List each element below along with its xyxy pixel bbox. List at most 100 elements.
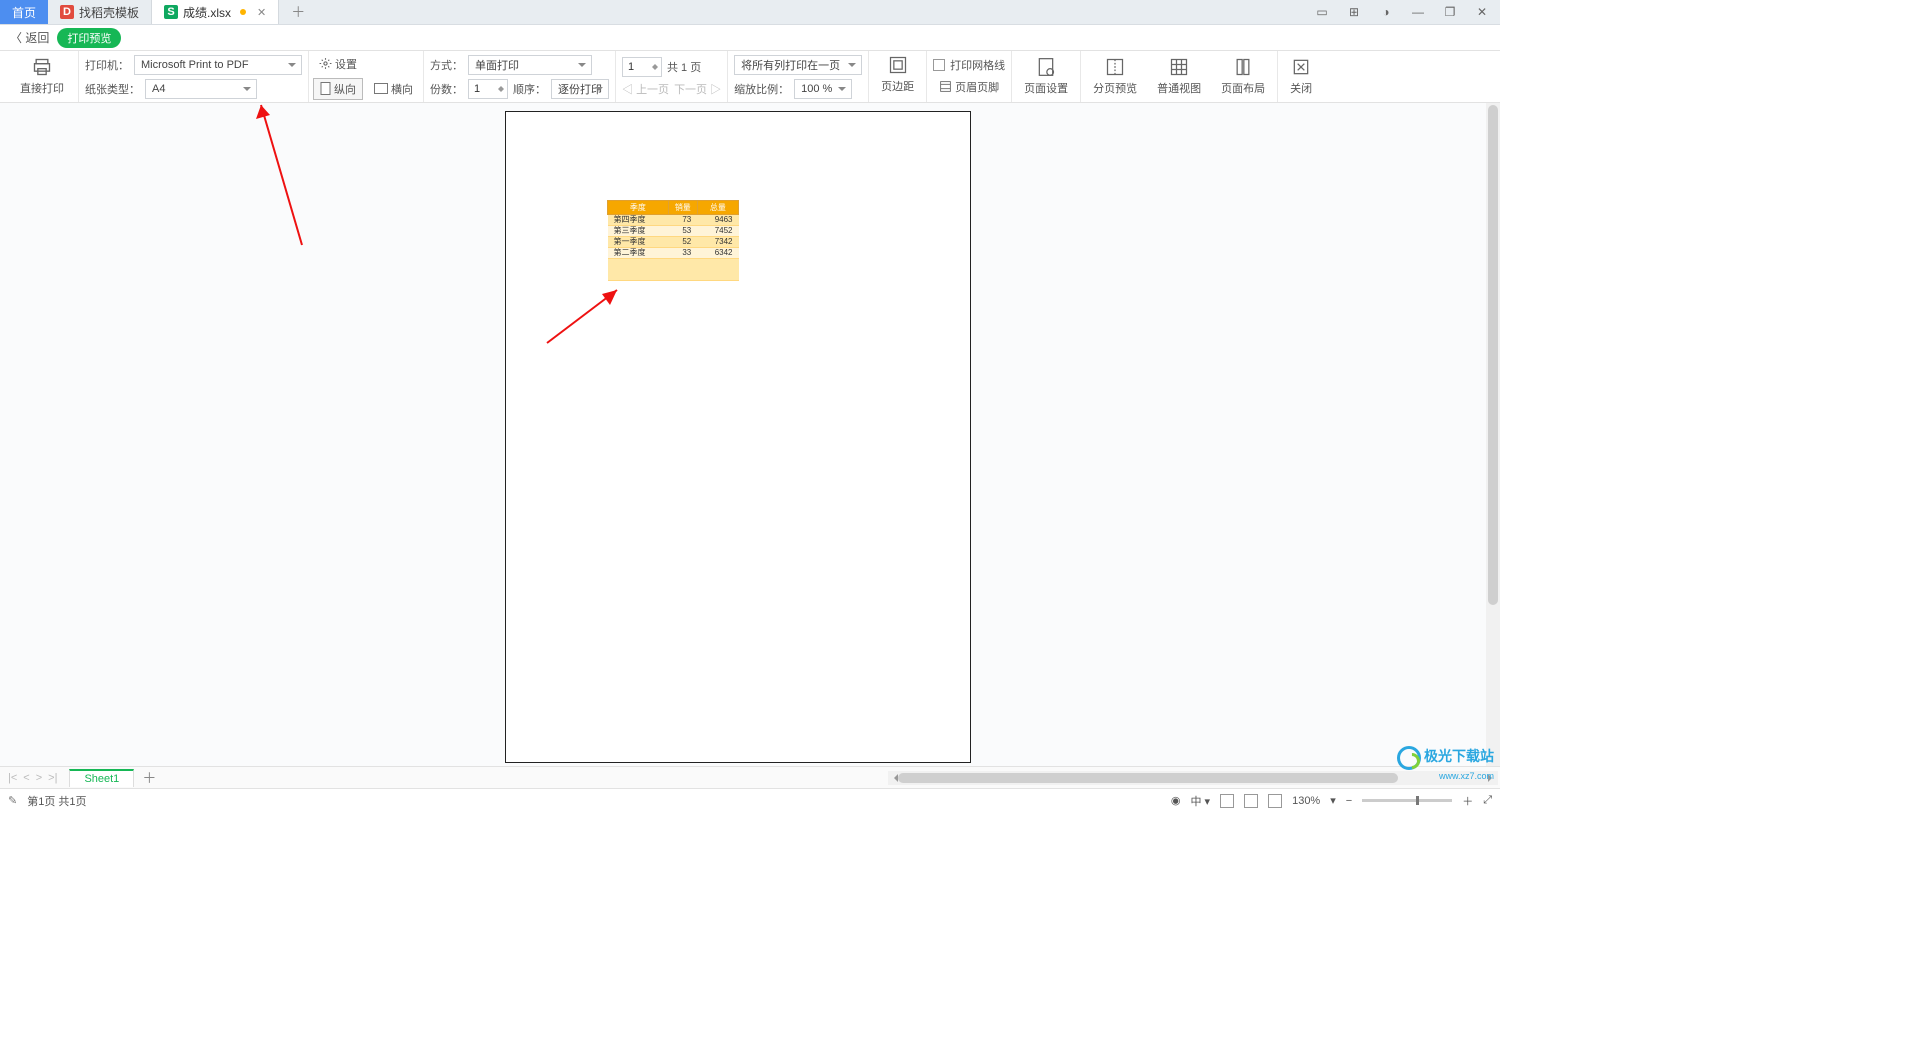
app-box-icon[interactable]: ▭ xyxy=(1312,5,1332,19)
table-row: 第二季度336342 xyxy=(608,248,739,259)
direct-print-button[interactable]: 直接打印 xyxy=(12,51,72,102)
zoom-slider[interactable] xyxy=(1362,799,1452,802)
th: 总量 xyxy=(697,201,738,215)
margins-button[interactable]: 页边距 xyxy=(873,55,922,98)
zoom-dropdown-icon[interactable]: ▾ xyxy=(1330,794,1336,807)
close-preview-button[interactable]: 关闭 xyxy=(1282,53,1320,100)
margins-icon xyxy=(888,55,908,75)
sheet-prev-icon[interactable]: < xyxy=(23,772,29,784)
group-margins: 页边距 xyxy=(869,51,927,102)
tab-home-label: 首页 xyxy=(12,4,36,21)
tab-file[interactable]: S 成绩.xlsx ✕ xyxy=(152,0,279,24)
page-break-button[interactable]: 分页预览 xyxy=(1085,53,1145,100)
td: 7342 xyxy=(697,237,738,248)
back-label: 返回 xyxy=(25,31,49,45)
skin-icon[interactable]: ◑ xyxy=(1376,5,1396,19)
watermark-title: 极光下载站 xyxy=(1424,748,1494,764)
order-select[interactable]: 逐份打印 xyxy=(551,79,609,99)
table-row xyxy=(608,259,739,281)
data-table: 季度 销量 总量 第四季度739463 第三季度537452 第一季度52734… xyxy=(607,200,739,281)
fit-select[interactable]: 将所有列打印在一页 xyxy=(734,55,862,75)
page-spin-value: 1 xyxy=(628,61,634,73)
tab-add[interactable]: ＋ xyxy=(279,0,317,24)
group-mode: 方式： 单面打印 份数： 1 顺序： 逐份打印 xyxy=(424,51,616,102)
header-footer-button[interactable]: 页眉页脚 xyxy=(933,77,1005,97)
sheet-first-icon[interactable]: |< xyxy=(8,772,17,784)
normal-view-icon xyxy=(1169,57,1189,77)
scroll-thumb[interactable] xyxy=(898,773,1398,783)
th: 销量 xyxy=(668,201,697,215)
eye-icon[interactable]: ◉ xyxy=(1171,794,1181,807)
ime-indicator[interactable]: 中 ▾ xyxy=(1191,793,1211,809)
table-row: 第一季度527342 xyxy=(608,237,739,248)
sheet-tab[interactable]: Sheet1 xyxy=(69,769,134,787)
page-setup-button[interactable]: 页面设置 xyxy=(1016,53,1076,100)
page-layout-button[interactable]: 页面布局 xyxy=(1213,53,1273,100)
close-icon xyxy=(1291,57,1311,77)
sheet-last-icon[interactable]: >| xyxy=(48,772,57,784)
zoom-percent[interactable]: 130% xyxy=(1292,795,1320,807)
backbar: 〈 返回 打印预览 xyxy=(0,25,1500,51)
printer-select[interactable]: Microsoft Print to PDF xyxy=(134,55,302,75)
landscape-button[interactable]: 横向 xyxy=(368,79,419,99)
zoom-in-button[interactable]: ＋ xyxy=(1462,793,1473,809)
sheet-nav: |< < > >| xyxy=(0,772,65,784)
table-row: 第三季度537452 xyxy=(608,226,739,237)
close-label: 关闭 xyxy=(1290,80,1312,96)
group-close: 关闭 xyxy=(1278,51,1324,102)
copies-spin[interactable]: 1 xyxy=(468,79,508,99)
tab-close-icon[interactable]: ✕ xyxy=(257,6,266,19)
tab-home[interactable]: 首页 xyxy=(0,0,48,24)
prev-page-button[interactable]: ◁ 上一页 xyxy=(622,81,669,97)
view-break-icon[interactable] xyxy=(1268,794,1282,808)
close-window-icon[interactable]: ✕ xyxy=(1472,5,1492,19)
td: 52 xyxy=(668,237,697,248)
watermark-url: www.xz7.com xyxy=(1439,771,1494,781)
vertical-scrollbar[interactable] xyxy=(1486,103,1500,766)
toolbar: 直接打印 打印机： Microsoft Print to PDF 纸张类型： A… xyxy=(0,51,1500,103)
normal-view-button[interactable]: 普通视图 xyxy=(1149,53,1209,100)
page-total: 共 1 页 xyxy=(667,59,701,75)
back-button[interactable]: 〈 返回 xyxy=(10,29,49,46)
page-spin[interactable]: 1 xyxy=(622,57,662,77)
preview-page: 季度 销量 总量 第四季度739463 第三季度537452 第一季度52734… xyxy=(505,111,971,763)
portrait-button[interactable]: 纵向 xyxy=(313,78,363,100)
app-grid-icon[interactable]: ⊞ xyxy=(1344,5,1364,19)
sheet-next-icon[interactable]: > xyxy=(36,772,42,784)
minimize-icon[interactable]: — xyxy=(1408,5,1428,19)
zoom-out-button[interactable]: − xyxy=(1346,795,1352,807)
zoom-label: 缩放比例： xyxy=(734,81,789,97)
settings-button[interactable]: 设置 xyxy=(313,54,363,74)
copies-label: 份数： xyxy=(430,81,463,97)
window-controls: ▭ ⊞ ◑ — ❐ ✕ xyxy=(1312,0,1500,24)
mode-label: 方式： xyxy=(430,57,463,73)
td: 第三季度 xyxy=(608,226,669,237)
settings-label: 设置 xyxy=(335,56,357,72)
paper-select[interactable]: A4 xyxy=(145,79,257,99)
zoom-select[interactable]: 100 % xyxy=(794,79,852,99)
preview-area: 季度 销量 总量 第四季度739463 第三季度537452 第一季度52734… xyxy=(0,103,1486,766)
td: 第一季度 xyxy=(608,237,669,248)
mode-select[interactable]: 单面打印 xyxy=(468,55,592,75)
group-pagesetup: 页面设置 xyxy=(1012,51,1081,102)
page-setup-label: 页面设置 xyxy=(1024,80,1068,96)
maximize-icon[interactable]: ❐ xyxy=(1440,5,1460,19)
gridlines-checkbox[interactable] xyxy=(933,59,945,71)
zoom-fit-icon[interactable]: ⤢ xyxy=(1483,794,1492,807)
header-footer-label: 页眉页脚 xyxy=(955,79,999,95)
landscape-icon xyxy=(374,83,388,94)
group-paging: 1 共 1 页 ◁ 上一页 下一页 ▷ xyxy=(616,51,728,102)
tab-template[interactable]: D 找稻壳模板 xyxy=(48,0,152,24)
next-page-button[interactable]: 下一页 ▷ xyxy=(674,81,721,97)
add-sheet-button[interactable]: ＋ xyxy=(142,768,156,788)
scroll-thumb[interactable] xyxy=(1488,105,1498,605)
th: 季度 xyxy=(608,201,669,215)
order-value: 逐份打印 xyxy=(558,81,602,97)
view-layout-icon[interactable] xyxy=(1244,794,1258,808)
group-print: 直接打印 xyxy=(6,51,79,102)
mode-value: 单面打印 xyxy=(475,57,519,73)
tab-file-label: 成绩.xlsx xyxy=(183,4,231,21)
watermark-logo-icon xyxy=(1397,746,1421,770)
spellcheck-icon[interactable]: ✎ xyxy=(8,794,17,807)
view-normal-icon[interactable] xyxy=(1220,794,1234,808)
